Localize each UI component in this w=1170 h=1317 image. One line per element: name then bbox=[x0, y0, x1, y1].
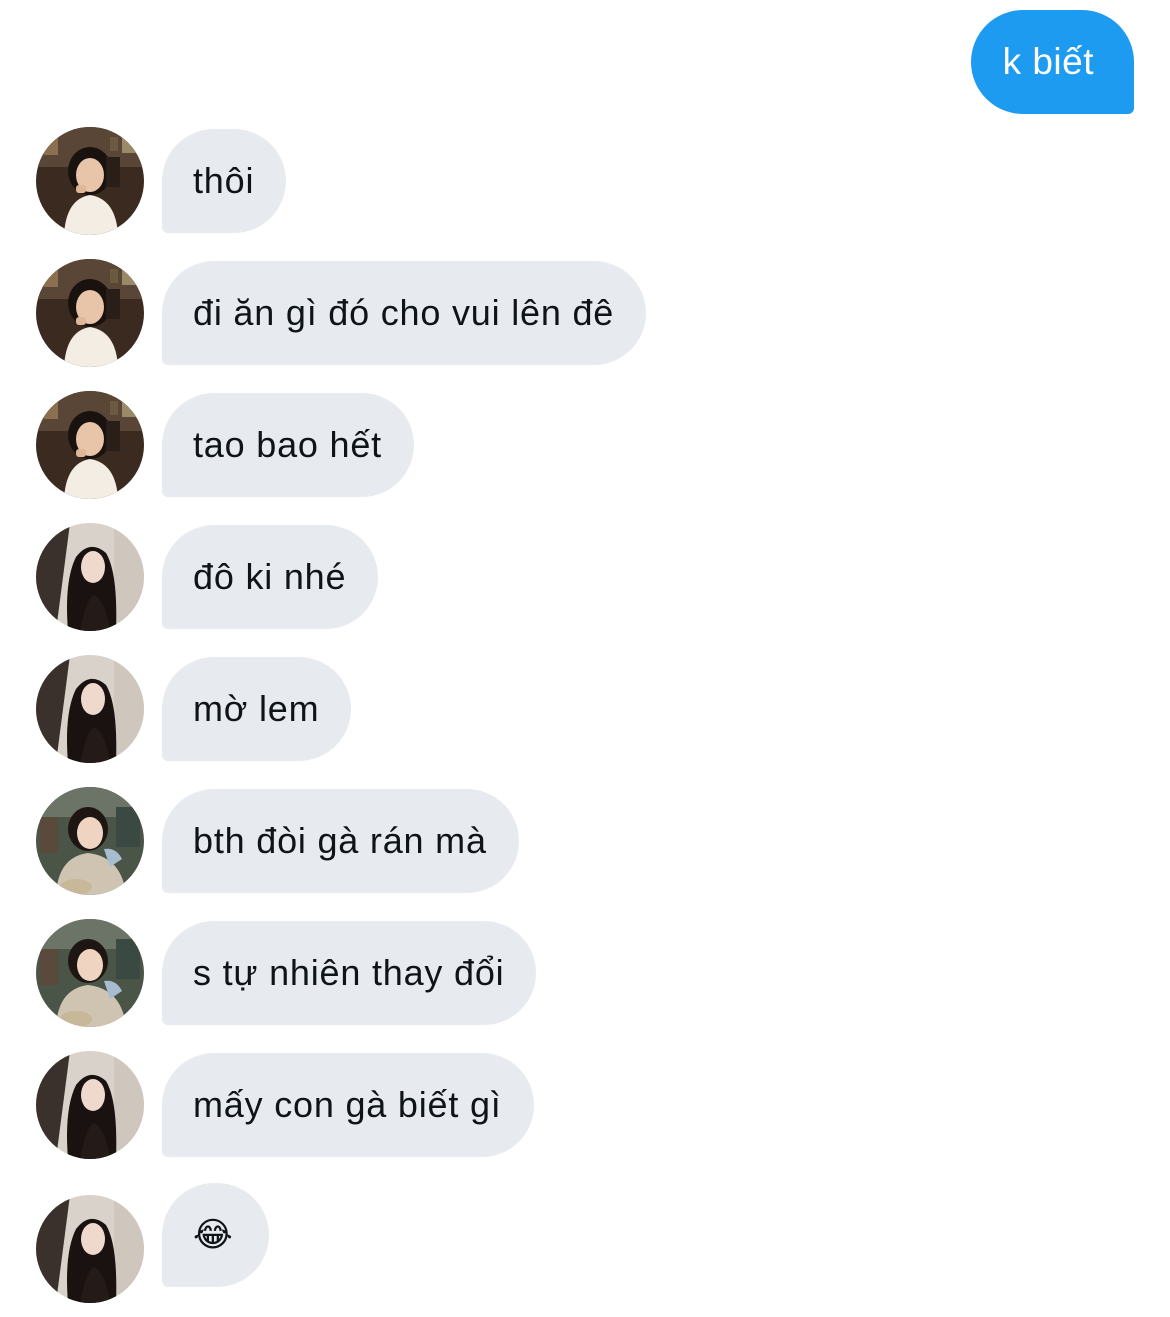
avatar-woman-long-hair-icon[interactable] bbox=[36, 1051, 144, 1159]
received-message-bubble[interactable]: đi ăn gì đó cho vui lên đê bbox=[162, 261, 647, 365]
avatar-woman-sweater-icon[interactable] bbox=[36, 919, 144, 1027]
conversation-thread: k biết thôi đi ăn gì đó cho vui lên đê t… bbox=[0, 0, 1170, 1317]
avatar-woman-white-top-icon[interactable] bbox=[36, 127, 144, 235]
avatar-woman-white-top-icon[interactable] bbox=[36, 391, 144, 499]
avatar-woman-white-top-icon[interactable] bbox=[36, 259, 144, 367]
received-message-bubble[interactable]: bth đòi gà rán mà bbox=[162, 789, 519, 893]
avatar-woman-sweater-icon[interactable] bbox=[36, 787, 144, 895]
received-message-bubble[interactable]: tao bao hết bbox=[162, 393, 414, 497]
received-message-bubble[interactable]: đô ki nhé bbox=[162, 525, 379, 629]
received-message-bubble[interactable]: 😂 bbox=[162, 1183, 269, 1287]
received-message-bubble[interactable]: mấy con gà biết gì bbox=[162, 1053, 534, 1157]
received-message-bubble[interactable]: mờ lem bbox=[162, 657, 352, 761]
received-message-bubble[interactable]: thôi bbox=[162, 129, 287, 233]
avatar-woman-long-hair-icon[interactable] bbox=[36, 655, 144, 763]
avatar-woman-long-hair-icon[interactable] bbox=[36, 1195, 144, 1303]
received-message-bubble[interactable]: s tự nhiên thay đổi bbox=[162, 921, 537, 1025]
sent-message-bubble[interactable]: k biết bbox=[970, 10, 1134, 114]
avatar-woman-long-hair-icon[interactable] bbox=[36, 523, 144, 631]
